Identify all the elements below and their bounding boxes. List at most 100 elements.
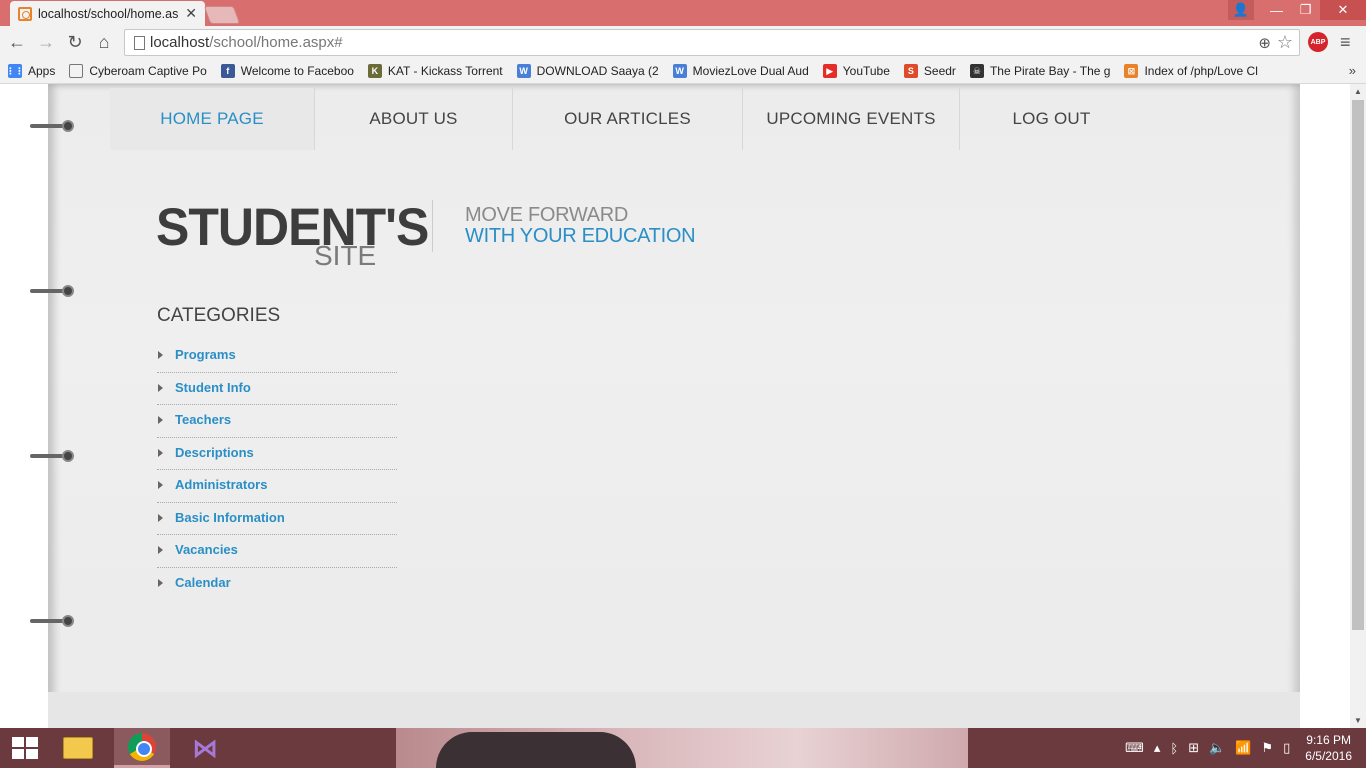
action-center-icon[interactable]: ⚑: [1261, 740, 1273, 756]
new-tab-button[interactable]: [203, 6, 241, 24]
network-signal-icon[interactable]: 📶: [1235, 740, 1251, 756]
windows-icon[interactable]: ⊞: [1188, 740, 1199, 756]
page-icon: [69, 64, 84, 78]
bookmark-label: MoviezLove Dual Aud: [692, 64, 809, 78]
minimize-button[interactable]: —: [1262, 0, 1291, 20]
xampp-favicon-icon: [18, 6, 32, 21]
home-icon[interactable]: ⌂: [93, 32, 115, 53]
category-item: Vacancies: [157, 535, 397, 568]
nav-about-us[interactable]: ABOUT US: [315, 88, 513, 150]
keyboard-icon[interactable]: ⌨: [1125, 740, 1144, 756]
category-link-student-info[interactable]: Student Info: [175, 380, 251, 395]
restore-button[interactable]: ❐: [1291, 0, 1320, 20]
category-link-basic-information[interactable]: Basic Information: [175, 510, 285, 525]
bookmarks-overflow-icon[interactable]: »: [1349, 63, 1356, 78]
category-link-administrators[interactable]: Administrators: [175, 477, 267, 492]
browser-tab[interactable]: localhost/school/home.as ✕: [10, 1, 205, 26]
nav-home-page[interactable]: HOME PAGE: [110, 88, 315, 150]
notebook-ring-icon: [30, 120, 76, 132]
taskbar-wallpaper-preview: [396, 728, 968, 768]
scroll-up-arrow-icon[interactable]: ▲: [1354, 87, 1362, 96]
nav-log-out[interactable]: LOG OUT: [960, 88, 1143, 150]
battery-icon[interactable]: ▯: [1283, 740, 1290, 756]
logo-divider: [432, 200, 433, 252]
volume-icon[interactable]: 🔈: [1209, 740, 1225, 756]
bullet-arrow-icon: [158, 578, 163, 587]
show-hidden-icons-icon[interactable]: ▴: [1154, 740, 1161, 756]
address-bar[interactable]: localhost/school/home.aspx# ⊕ ☆: [124, 29, 1300, 56]
pirate-icon: ☠: [969, 64, 984, 78]
forward-arrow-icon[interactable]: →: [35, 32, 57, 53]
visual-studio-icon: ⋈: [192, 732, 218, 763]
window-controls: 👤 — ❐ ✕: [1228, 0, 1366, 22]
page-scrollbar[interactable]: ▲ ▼: [1350, 84, 1366, 728]
adblock-plus-icon[interactable]: ABP: [1308, 32, 1328, 52]
zoom-icon[interactable]: ⊕: [1258, 34, 1271, 52]
windows-start-icon[interactable]: [12, 737, 38, 759]
bookmark-label: The Pirate Bay - The g: [989, 64, 1111, 78]
w-icon: W: [516, 64, 531, 78]
bookmark-star-icon[interactable]: ☆: [1277, 32, 1293, 53]
back-arrow-icon[interactable]: ←: [6, 32, 28, 53]
chrome-menu-icon[interactable]: ≡: [1340, 32, 1351, 53]
scrollbar-thumb[interactable]: [1352, 100, 1364, 630]
tagline-line-2: WITH YOUR EDUCATION: [465, 225, 696, 247]
url-text: localhost/school/home.aspx#: [150, 34, 343, 51]
category-link-descriptions[interactable]: Descriptions: [175, 445, 254, 460]
scroll-down-arrow-icon[interactable]: ▼: [1354, 716, 1362, 725]
categories-list: Programs Student Info Teachers Descripti…: [157, 340, 397, 600]
categories-heading: CATEGORIES: [157, 305, 281, 326]
tab-title: localhost/school/home.as: [38, 6, 179, 21]
user-profile-icon[interactable]: 👤: [1228, 0, 1254, 20]
category-link-vacancies[interactable]: Vacancies: [175, 542, 238, 557]
browser-toolbar: ← → ↻ ⌂ localhost/school/home.aspx# ⊕ ☆: [0, 26, 1366, 59]
bookmark-item[interactable]: S Seedr: [903, 64, 956, 78]
page-footer-strip: [48, 692, 1300, 728]
category-item: Basic Information: [157, 503, 397, 535]
page-viewport: HOME PAGE ABOUT US OUR ARTICLES UPCOMING…: [0, 84, 1350, 728]
taskbar-visual-studio[interactable]: ⋈: [177, 728, 233, 768]
notebook-ring-icon: [30, 615, 76, 627]
close-window-button[interactable]: ✕: [1320, 0, 1366, 20]
folder-icon: [63, 737, 93, 759]
category-link-programs[interactable]: Programs: [175, 347, 236, 362]
category-item: Programs: [157, 340, 397, 373]
category-item: Calendar: [157, 568, 397, 601]
site-logo-subtitle: SITE: [314, 240, 377, 271]
taskbar-clock[interactable]: 9:16 PM 6/5/2016: [1305, 732, 1352, 764]
bookmark-item[interactable]: K KAT - Kickass Torrent: [367, 64, 503, 78]
kat-icon: K: [367, 64, 382, 78]
clock-date: 6/5/2016: [1305, 749, 1352, 763]
taskbar-file-explorer[interactable]: [50, 728, 106, 768]
bookmark-item[interactable]: f Welcome to Faceboo: [220, 64, 354, 78]
bookmark-item[interactable]: W DOWNLOAD Saaya (2: [516, 64, 659, 78]
taskbar-chrome[interactable]: [114, 728, 170, 768]
page-icon: [134, 36, 145, 50]
bookmarks-bar: ⋮⋮ Apps Cyberoam Captive Po f Welcome to Fac…: [0, 59, 1366, 84]
site-logo-title: STUDENT'S: [156, 197, 429, 257]
reload-icon[interactable]: ↻: [64, 32, 86, 53]
bookmark-item[interactable]: W MoviezLove Dual Aud: [672, 64, 809, 78]
bullet-arrow-icon: [158, 546, 163, 554]
category-link-teachers[interactable]: Teachers: [175, 412, 231, 427]
bullet-arrow-icon: [158, 481, 163, 489]
bookmark-item[interactable]: ☠ The Pirate Bay - The g: [969, 64, 1111, 78]
bookmark-item[interactable]: ⋮⋮ Apps: [6, 64, 55, 78]
youtube-icon: ▶: [822, 64, 837, 78]
bullet-arrow-icon: [158, 416, 163, 424]
bookmark-label: Seedr: [923, 64, 956, 78]
nav-upcoming-events[interactable]: UPCOMING EVENTS: [743, 88, 960, 150]
bookmark-label: DOWNLOAD Saaya (2: [536, 64, 659, 78]
windows-taskbar: ⋈ ⌨ ▴ ᛒ ⊞ 🔈 📶 ⚑ ▯ 9:16 PM 6/5/2016: [0, 728, 1366, 768]
bookmark-item[interactable]: ⊠ Index of /php/Love Cl: [1124, 64, 1258, 78]
tab-close-icon[interactable]: ✕: [185, 5, 197, 22]
apps-grid-icon: ⋮⋮: [6, 64, 24, 78]
bookmark-item[interactable]: ▶ YouTube: [822, 64, 890, 78]
category-link-calendar[interactable]: Calendar: [175, 575, 231, 590]
system-tray: ⌨ ▴ ᛒ ⊞ 🔈 📶 ⚑ ▯ 9:16 PM 6/5/2016: [1120, 728, 1366, 768]
browser-titlebar: localhost/school/home.as ✕ 👤 — ❐ ✕: [0, 0, 1366, 26]
bluetooth-icon[interactable]: ᛒ: [1170, 741, 1178, 756]
bookmark-item[interactable]: Cyberoam Captive Po: [69, 64, 207, 78]
nav-our-articles[interactable]: OUR ARTICLES: [513, 88, 743, 150]
chrome-icon: [128, 732, 156, 761]
